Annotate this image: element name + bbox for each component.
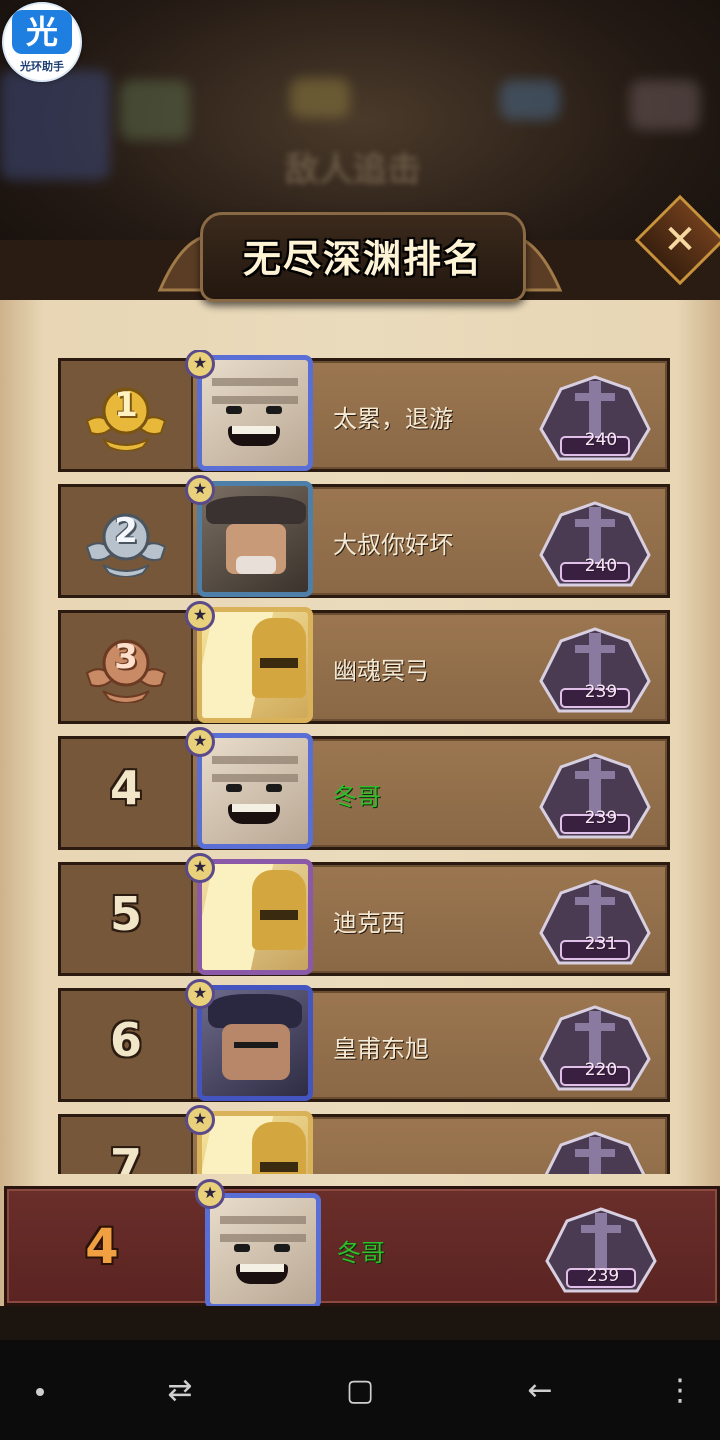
helper-logo-icon: 光 xyxy=(12,10,72,54)
eye xyxy=(234,1042,278,1048)
app-helper-badge[interactable]: 光 光环助手 xyxy=(2,2,82,82)
bg-blob xyxy=(500,80,560,120)
ranking-row[interactable]: 4 ★ 冬哥 239 xyxy=(58,727,670,850)
rank-cell: 2 xyxy=(61,487,193,595)
abyss-emblem-icon xyxy=(539,879,651,965)
star-icon: ★ xyxy=(192,353,208,372)
helper-label: 光环助手 xyxy=(20,60,64,73)
abyss-emblem-icon xyxy=(539,375,651,461)
star-icon: ★ xyxy=(192,605,208,624)
close-icon[interactable]: ✕ xyxy=(652,212,708,268)
back-icon[interactable]: ← xyxy=(515,1368,565,1414)
face xyxy=(222,1024,290,1080)
rank-number: 7 xyxy=(109,1139,142,1174)
rank-cell: 7 xyxy=(61,1117,193,1174)
my-score: 239 xyxy=(586,1266,620,1286)
star-icon: ★ xyxy=(202,1183,218,1202)
ranking-row[interactable]: 5 ★ 迪克西 231 xyxy=(58,853,670,976)
player-name: 大叔你好坏 xyxy=(333,531,453,559)
dot-icon[interactable] xyxy=(36,1388,44,1396)
bandage xyxy=(220,1216,306,1224)
player-score: 240 xyxy=(584,556,618,576)
player-name: 冬哥 xyxy=(333,783,381,811)
hat xyxy=(206,496,306,524)
ranking-row[interactable]: 1 ★ 太累，退游 240 xyxy=(58,350,670,472)
ranking-row[interactable]: 7 ★ xyxy=(58,1105,670,1174)
my-rank-number: 4 xyxy=(85,1219,119,1275)
menu-icon[interactable]: ⋮ xyxy=(655,1368,705,1414)
eye xyxy=(266,784,282,792)
my-rank-bar: 4 ★ 冬哥 239 xyxy=(4,1179,720,1309)
star-icon: ★ xyxy=(192,479,208,498)
player-name: 太累，退游 xyxy=(333,405,453,433)
rank-number: 2 xyxy=(114,511,138,551)
rank-number: 6 xyxy=(109,1013,142,1067)
bg-blob xyxy=(0,70,110,180)
visor xyxy=(260,910,298,920)
player-score: 220 xyxy=(584,1060,618,1080)
abyss-emblem-icon xyxy=(539,627,651,713)
rank-cell: 5 xyxy=(61,865,193,973)
abyss-emblem-icon xyxy=(539,1005,651,1091)
player-score: 239 xyxy=(584,808,618,828)
eye xyxy=(266,406,282,414)
abyss-emblem-icon xyxy=(539,501,651,587)
eye xyxy=(234,1244,250,1252)
bandage xyxy=(220,1234,306,1242)
my-avatar xyxy=(205,1193,321,1309)
bg-blob xyxy=(630,80,700,130)
visor xyxy=(260,1162,298,1172)
star-icon: ★ xyxy=(192,1109,208,1128)
hair xyxy=(208,994,302,1028)
rank-cell: 4 xyxy=(61,739,193,847)
ranking-row[interactable]: 6 ★ 皇甫东旭 220 xyxy=(58,979,670,1102)
eye xyxy=(274,1244,290,1252)
rank-number: 3 xyxy=(114,637,138,677)
rank-cell: 1 xyxy=(61,361,193,469)
bottom-strip xyxy=(0,1306,720,1340)
my-name: 冬哥 xyxy=(337,1239,385,1267)
eye xyxy=(226,784,242,792)
teeth xyxy=(232,426,276,434)
background-title: 敌人追击 xyxy=(285,150,421,190)
eye xyxy=(226,406,242,414)
visor xyxy=(260,658,298,668)
bg-blob xyxy=(120,80,190,140)
bandage xyxy=(212,396,298,404)
ranking-row[interactable]: 3 ★ 幽魂冥弓 239 xyxy=(58,601,670,724)
player-score: 239 xyxy=(584,682,618,702)
bg-blob xyxy=(290,78,350,118)
star-icon: ★ xyxy=(192,983,208,1002)
teeth xyxy=(232,804,276,812)
ranking-list[interactable]: 1 ★ 太累，退游 240 2 ★ 大叔你好坏 240 3 ★ 幽魂冥弓 239 4 ★ 冬哥 239 5 ★ 迪克… xyxy=(0,350,720,1174)
player-name: 幽魂冥弓 xyxy=(333,657,429,685)
rank-number: 5 xyxy=(109,887,142,941)
rank-number: 1 xyxy=(114,385,138,425)
rank-number: 4 xyxy=(109,761,142,815)
bandage xyxy=(212,774,298,782)
rank-cell: 6 xyxy=(61,991,193,1099)
star-icon: ★ xyxy=(192,857,208,876)
teeth xyxy=(240,1264,284,1272)
abyss-emblem-icon xyxy=(539,753,651,839)
player-score: 240 xyxy=(584,430,618,450)
rank-cell: 3 xyxy=(61,613,193,721)
page-title: 无尽深渊排名 xyxy=(242,237,483,281)
home-square-icon[interactable]: ▢ xyxy=(335,1368,385,1414)
ranking-row[interactable]: 2 ★ 大叔你好坏 240 xyxy=(58,475,670,598)
beard xyxy=(236,556,276,574)
player-name: 皇甫东旭 xyxy=(333,1035,429,1063)
star-icon: ★ xyxy=(192,731,208,750)
player-score: 231 xyxy=(584,934,618,954)
player-name: 迪克西 xyxy=(333,909,405,937)
abyss-emblem-icon xyxy=(544,1131,646,1174)
switch-icon[interactable]: ⇄ xyxy=(155,1368,205,1414)
bandage xyxy=(212,756,298,764)
bandage xyxy=(212,378,298,386)
